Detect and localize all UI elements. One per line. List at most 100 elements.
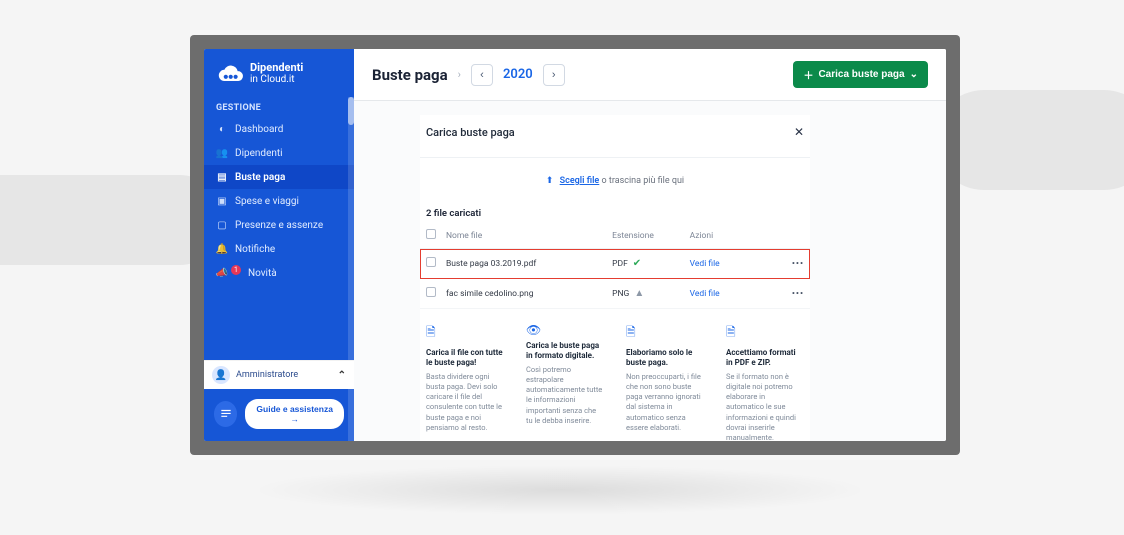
users-icon: 👥 [216, 147, 228, 159]
sidebar-section-gestione: GESTIONE [204, 95, 354, 117]
sidebar-item-label: Buste paga [235, 172, 285, 183]
chevron-up-icon: ⌃ [338, 370, 346, 381]
page-title: Buste paga [372, 66, 448, 84]
chevron-right-icon: › [458, 68, 461, 81]
topbar: Buste paga › ‹ 2020 › ＋ Carica buste pag… [354, 49, 946, 101]
sidebar-item-label: Novità [248, 268, 277, 279]
brand-text: Dipendenti in Cloud.it [250, 62, 303, 85]
dropzone-rest: o trascina più file qui [599, 176, 684, 186]
sidebar-item-dipendenti[interactable]: 👥 Dipendenti [204, 141, 354, 165]
brand-sub: in Cloud.it [250, 74, 295, 85]
file-name: Buste paga 03.2019.pdf [440, 249, 606, 279]
close-icon[interactable]: ✕ [794, 125, 804, 139]
sidebar: Dipendenti in Cloud.it GESTIONE ◐ Dashbo… [204, 49, 354, 441]
col-name: Nome file [440, 223, 606, 249]
files-count: 2 file caricati [420, 200, 810, 223]
info-grid: 🗎 Carica il file con tutte le buste paga… [420, 309, 810, 441]
guide-label: Guide e assistenza → [255, 404, 334, 424]
check-circle-icon: ✔ [633, 258, 641, 269]
sidebar-item-label: Dashboard [235, 124, 283, 135]
info-body: Così potremo estrapolare automaticamente… [526, 365, 604, 426]
year-next-button[interactable]: › [543, 64, 565, 86]
doc-check-icon: 🗎 [626, 323, 704, 344]
sidebar-footer: 👤 Amministratore ⌃ Guide e assistenza → [204, 360, 354, 441]
info-title: Carica le buste paga in formato digitale… [526, 341, 604, 361]
bell-icon: 🔔 [216, 243, 228, 255]
document-icon: ▤ [216, 171, 228, 183]
calendar-icon: ▢ [216, 219, 228, 231]
novita-badge: 1 [231, 265, 241, 275]
info-title: Elaboriamo solo le buste paga. [626, 348, 704, 368]
chat-icon [219, 407, 233, 421]
app-window: Dipendenti in Cloud.it GESTIONE ◐ Dashbo… [204, 49, 946, 441]
bg-shape-right [934, 90, 1124, 190]
upload-button-label: Carica buste paga [818, 69, 904, 80]
chat-button[interactable] [214, 401, 237, 427]
sidebar-item-label: Notifiche [235, 244, 275, 255]
file-icon: 🗎 [426, 323, 504, 344]
panel-title: Carica buste paga [426, 126, 515, 139]
year-label[interactable]: 2020 [499, 67, 537, 82]
dropzone[interactable]: ⬆ Scegli file o trascina più file qui [420, 158, 810, 200]
sidebar-item-dashboard[interactable]: ◐ Dashboard [204, 117, 354, 141]
upload-icon: ⬆ [546, 176, 554, 186]
row-menu-button[interactable]: ••• [783, 279, 810, 309]
col-actions: Azioni [684, 223, 784, 249]
archive-icon: 🗎 [726, 323, 804, 344]
info-col-3: 🗎 Elaboriamo solo le buste paga. Non pre… [626, 323, 704, 441]
brand-logo[interactable]: Dipendenti in Cloud.it [204, 49, 354, 95]
select-all-checkbox[interactable] [426, 229, 436, 239]
info-title: Carica il file con tutte le buste paga! [426, 348, 504, 368]
eye-icon: 👁 [526, 323, 604, 337]
row-checkbox[interactable] [426, 257, 436, 267]
upload-buste-paga-button[interactable]: ＋ Carica buste paga ⌄ [793, 61, 928, 88]
sidebar-item-novita[interactable]: 📣 1 Novità [204, 261, 354, 285]
cloud-icon [216, 64, 244, 84]
file-ext: PNG [612, 289, 629, 299]
sidebar-item-presenze[interactable]: ▢ Presenze e assenze [204, 213, 354, 237]
year-prev-button[interactable]: ‹ [471, 64, 493, 86]
col-ext: Estensione [606, 223, 684, 249]
guide-button[interactable]: Guide e assistenza → [245, 399, 344, 429]
sidebar-item-label: Spese e viaggi [235, 196, 299, 207]
row-checkbox[interactable] [426, 287, 436, 297]
warning-icon: ▲ [634, 288, 644, 299]
files-header-row: Nome file Estensione Azioni [420, 223, 810, 249]
gauge-icon: ◐ [216, 123, 228, 135]
info-body: Se il formato non è digitale noi potremo… [726, 372, 804, 441]
admin-row[interactable]: 👤 Amministratore ⌃ [204, 360, 354, 389]
chevron-down-icon: ⌄ [910, 69, 918, 80]
bg-shadow [250, 465, 870, 515]
view-file-link[interactable]: Vedi file [690, 259, 720, 269]
bg-shape-left [0, 175, 220, 265]
plus-icon: ＋ [803, 67, 813, 82]
info-body: Basta dividere ogni busta paga. Devi sol… [426, 372, 504, 433]
sidebar-item-notifiche[interactable]: 🔔 Notifiche [204, 237, 354, 261]
choose-file-link[interactable]: Scegli file [560, 176, 600, 186]
briefcase-icon: ▣ [216, 195, 228, 207]
info-col-2: 👁 Carica le buste paga in formato digita… [526, 323, 604, 441]
table-row[interactable]: fac simile cedolino.png PNG▲ Vedi file •… [420, 279, 810, 309]
app-frame: Dipendenti in Cloud.it GESTIONE ◐ Dashbo… [190, 35, 960, 455]
panel-wrap: Carica buste paga ✕ ⬆ Scegli file o tras… [354, 101, 946, 441]
panel-header: Carica buste paga ✕ [420, 115, 810, 158]
sidebar-item-label: Dipendenti [235, 148, 283, 159]
files-table: Nome file Estensione Azioni Buste paga 0… [420, 223, 810, 309]
view-file-link[interactable]: Vedi file [690, 289, 720, 299]
info-col-1: 🗎 Carica il file con tutte le buste paga… [426, 323, 504, 441]
sidebar-item-label: Presenze e assenze [235, 220, 323, 231]
table-row[interactable]: Buste paga 03.2019.pdf PDF ✔ Vedi file ••… [420, 249, 810, 279]
year-nav: ‹ 2020 › [471, 64, 565, 86]
file-ext: PDF [612, 259, 628, 269]
brand-name: Dipendenti [250, 61, 303, 74]
sidebar-item-spese[interactable]: ▣ Spese e viaggi [204, 189, 354, 213]
admin-label: Amministratore [236, 370, 298, 380]
help-row: Guide e assistenza → [204, 389, 354, 431]
info-title: Accettiamo formati in PDF e ZIP. [726, 348, 804, 368]
row-menu-button[interactable]: ••• [783, 249, 810, 279]
main-area: Buste paga › ‹ 2020 › ＋ Carica buste pag… [354, 49, 946, 441]
info-body: Non preoccuparti, i file che non sono bu… [626, 372, 704, 433]
upload-panel: Carica buste paga ✕ ⬆ Scegli file o tras… [420, 115, 810, 441]
megaphone-icon: 📣 [216, 267, 228, 279]
sidebar-item-buste-paga[interactable]: ▤ Buste paga [204, 165, 354, 189]
